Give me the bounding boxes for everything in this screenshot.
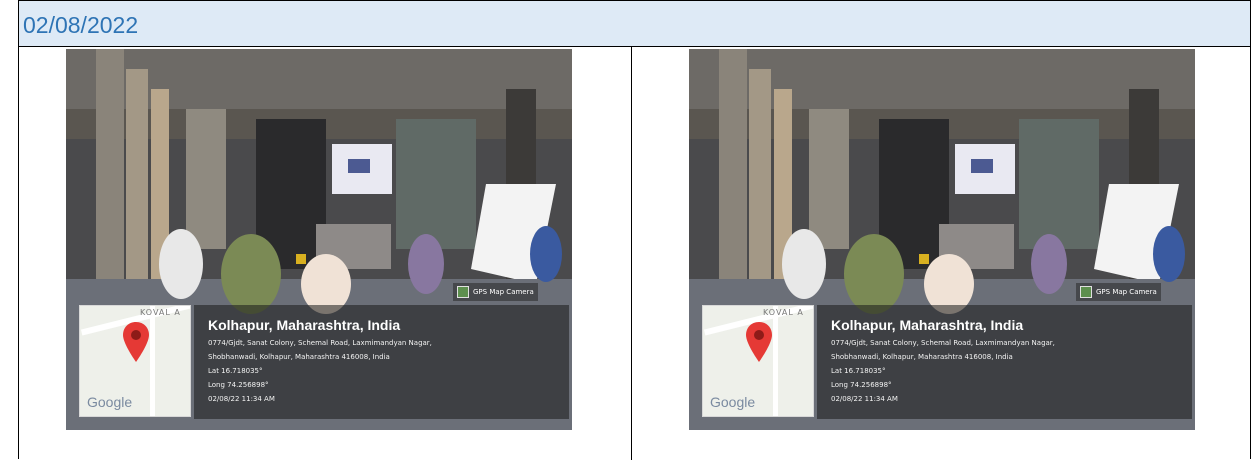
watermark-text: GPS Map Camera bbox=[1096, 288, 1157, 296]
map-road-label: KOVAL A bbox=[140, 308, 181, 317]
watermark-text: GPS Map Camera bbox=[473, 288, 534, 296]
geo-info-panel: Kolhapur, Maharashtra, India 0774/Gjdt, … bbox=[194, 305, 569, 419]
timestamp: 02/08/22 11:34 AM bbox=[208, 395, 275, 403]
map-road bbox=[773, 306, 778, 416]
address-line-2: Shobhanwadi, Kolhapur, Maharashtra 41600… bbox=[208, 353, 390, 361]
location-pin-icon bbox=[123, 322, 149, 362]
map-thumbnail: KOVAL A Google bbox=[702, 305, 814, 417]
location-pin-icon bbox=[746, 322, 772, 362]
google-logo: Google bbox=[87, 394, 133, 410]
gps-camera-watermark: GPS Map Camera bbox=[1076, 283, 1161, 301]
date-header-row: 02/08/2022 bbox=[19, 1, 1250, 47]
google-logo: Google bbox=[710, 394, 756, 410]
date-label: 02/08/2022 bbox=[23, 12, 139, 38]
address-line-1: 0774/Gjdt, Sanat Colony, Schemal Road, L… bbox=[208, 339, 432, 347]
geo-info-panel: Kolhapur, Maharashtra, India 0774/Gjdt, … bbox=[817, 305, 1192, 419]
address-line-1: 0774/Gjdt, Sanat Colony, Schemal Road, L… bbox=[831, 339, 1055, 347]
latitude: Lat 16.718035° bbox=[208, 367, 263, 375]
latitude: Lat 16.718035° bbox=[831, 367, 886, 375]
gps-camera-watermark: GPS Map Camera bbox=[453, 283, 538, 301]
map-road-label: KOVAL A bbox=[763, 308, 804, 317]
geotagged-photo-1: KOVAL A Google GPS Map Camera Kolhapur, … bbox=[66, 49, 572, 430]
column-divider bbox=[631, 47, 632, 460]
map-thumbnail: KOVAL A Google bbox=[79, 305, 191, 417]
location-city: Kolhapur, Maharashtra, India bbox=[208, 317, 401, 333]
gps-camera-icon bbox=[457, 286, 469, 298]
timestamp: 02/08/22 11:34 AM bbox=[831, 395, 898, 403]
geotagged-photo-2: KOVAL A Google GPS Map Camera Kolhapur, … bbox=[689, 49, 1195, 430]
map-road bbox=[150, 306, 155, 416]
gps-camera-icon bbox=[1080, 286, 1092, 298]
longitude: Long 74.256898° bbox=[208, 381, 269, 389]
longitude: Long 74.256898° bbox=[831, 381, 892, 389]
address-line-2: Shobhanwadi, Kolhapur, Maharashtra 41600… bbox=[831, 353, 1013, 361]
location-city: Kolhapur, Maharashtra, India bbox=[831, 317, 1024, 333]
